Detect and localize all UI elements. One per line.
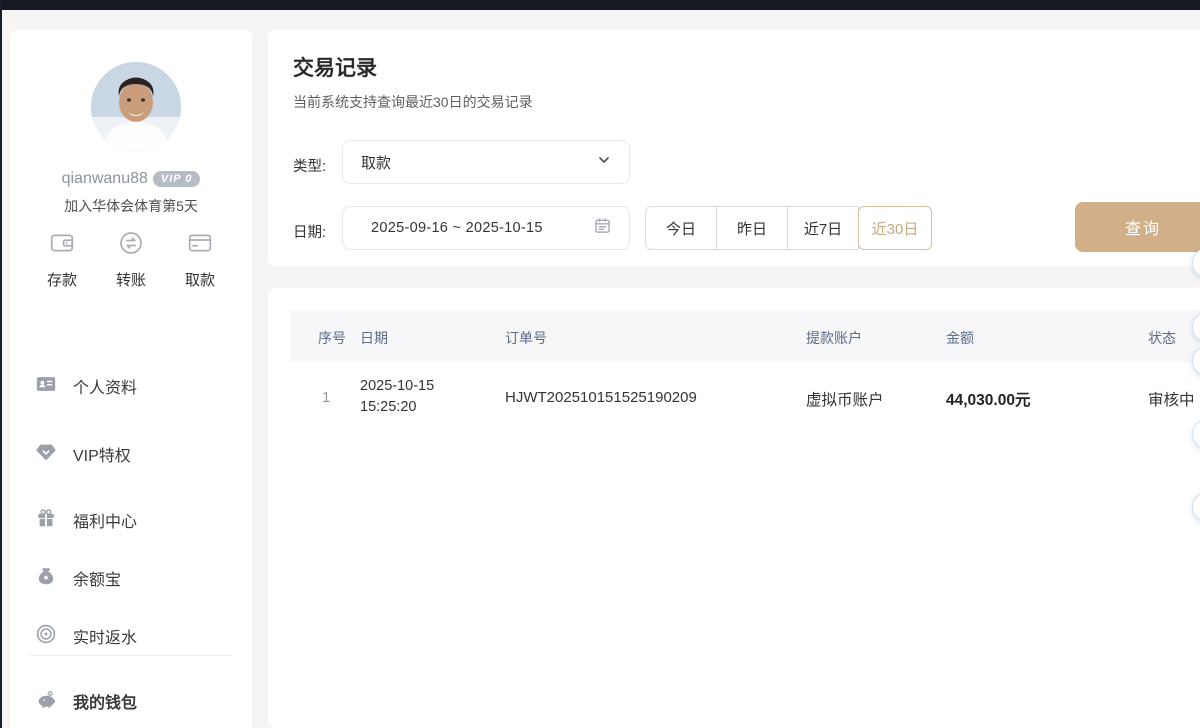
cell-status: 审核中 <box>1148 388 1195 410</box>
range-30days-button[interactable]: 近30日 <box>858 206 932 250</box>
col-date: 日期 <box>360 328 388 348</box>
vip-badge: VIP 0 <box>153 171 201 187</box>
bank-card-icon <box>186 243 214 260</box>
quick-actions: 存款 转账 取款 <box>10 230 252 290</box>
type-select[interactable]: 取款 <box>342 140 630 184</box>
chevron-down-icon <box>597 153 611 172</box>
sidebar-item-label: 我的钱包 <box>73 689 137 713</box>
col-status: 状态 <box>1148 328 1176 348</box>
quick-action-label: 取款 <box>170 269 230 290</box>
table-header: 序号 日期 订单号 提款账户 金额 状态 <box>290 310 1200 362</box>
cell-account: 虚拟币账户 <box>806 388 884 410</box>
col-order: 订单号 <box>505 328 547 348</box>
cell-order-no: HJWT202510151525190209 <box>505 389 697 406</box>
page-title: 交易记录 <box>293 52 377 82</box>
search-button[interactable]: 查询 <box>1075 202 1200 252</box>
user-row: qianwanu88 VIP 0 <box>10 170 252 188</box>
deposit-button[interactable]: 存款 <box>32 230 92 290</box>
money-bag-icon <box>35 565 73 592</box>
rebate-coin-icon <box>35 623 73 650</box>
range-7days-button[interactable]: 近7日 <box>787 206 859 250</box>
wallet-icon <box>48 243 76 260</box>
transfer-button[interactable]: 转账 <box>101 230 161 290</box>
sidebar-item-label: VIP特权 <box>73 442 131 466</box>
join-days-text: 加入华体会体育第5天 <box>10 196 252 216</box>
type-filter-label: 类型: <box>293 155 326 176</box>
sidebar-item-welfare[interactable]: 福利中心 <box>35 504 137 536</box>
piggy-bank-icon <box>35 688 73 715</box>
sidebar-item-profile[interactable]: 个人资料 <box>35 370 137 402</box>
transfer-icon <box>117 243 145 260</box>
date-range-value: 2025-09-16 ~ 2025-10-15 <box>371 220 594 236</box>
col-account: 提款账户 <box>806 328 862 348</box>
avatar-image <box>91 62 181 152</box>
username: qianwanu88 <box>62 170 148 187</box>
quick-action-label: 存款 <box>32 269 92 290</box>
sidebar-item-rebate[interactable]: 实时返水 <box>35 620 137 652</box>
sidebar-item-label: 余额宝 <box>73 566 121 590</box>
date-filter-label: 日期: <box>293 221 326 242</box>
sidebar-item-label: 个人资料 <box>73 374 137 398</box>
sidebar-item-yuebao[interactable]: 余额宝 <box>35 562 121 594</box>
sidebar-item-label: 福利中心 <box>73 508 137 532</box>
sidebar-item-vip[interactable]: VIP特权 <box>35 438 131 470</box>
sidebar-item-wallet[interactable]: 我的钱包 <box>35 685 137 717</box>
left-edge-line <box>0 0 2 728</box>
quick-range-group: 今日 昨日 近7日 近30日 <box>645 206 932 250</box>
records-table-card: 序号 日期 订单号 提款账户 金额 状态 1 2025-10-15 15:25:… <box>268 288 1200 728</box>
gift-icon <box>35 507 73 534</box>
withdraw-button[interactable]: 取款 <box>170 230 230 290</box>
sidebar-divider <box>30 655 232 656</box>
cell-index: 1 <box>322 389 330 406</box>
col-index: 序号 <box>318 328 346 348</box>
id-card-icon <box>35 373 73 400</box>
cell-date: 2025-10-15 15:25:20 <box>360 376 434 418</box>
diamond-icon <box>35 441 73 468</box>
quick-action-label: 转账 <box>101 269 161 290</box>
calendar-icon <box>594 217 611 239</box>
date-range-input[interactable]: 2025-09-16 ~ 2025-10-15 <box>342 206 630 250</box>
sidebar-item-label: 实时返水 <box>73 624 137 648</box>
top-dark-bar <box>0 0 1200 10</box>
page-subtitle: 当前系统支持查询最近30日的交易记录 <box>293 92 533 112</box>
range-yesterday-button[interactable]: 昨日 <box>716 206 788 250</box>
type-select-value: 取款 <box>361 152 597 173</box>
range-today-button[interactable]: 今日 <box>645 206 717 250</box>
filter-card: 交易记录 当前系统支持查询最近30日的交易记录 类型: 取款 日期: 2025-… <box>268 30 1200 266</box>
avatar[interactable] <box>91 62 181 152</box>
col-amount: 金额 <box>946 328 974 348</box>
cell-amount: 44,030.00元 <box>946 388 1030 410</box>
profile-sidebar: qianwanu88 VIP 0 加入华体会体育第5天 存款 转账 取款 <box>10 30 252 728</box>
